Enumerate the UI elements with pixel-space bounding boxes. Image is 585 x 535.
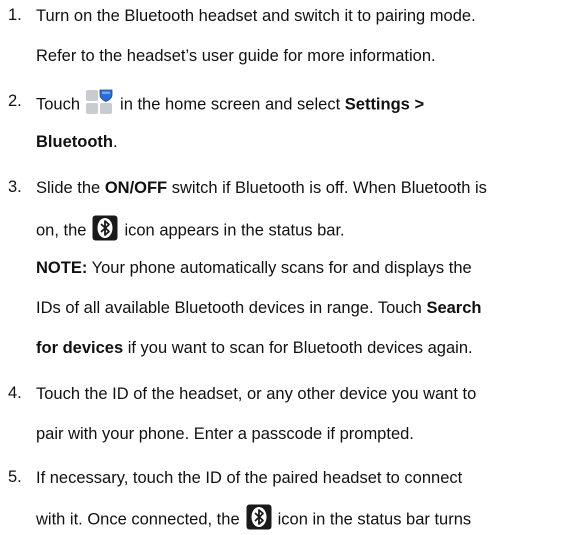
step-text: Touch in the home screen and select Sett… [36, 89, 425, 118]
bluetooth-status-icon [92, 215, 118, 241]
settings-menu-path: Settings > [344, 95, 425, 114]
note-text: for devices if you want to scan for Blue… [36, 338, 473, 358]
step-text: Bluetooth. [36, 132, 118, 152]
step-number: 5. [8, 468, 22, 486]
step-text-part: icon appears in the status bar. [124, 221, 345, 240]
note-text-part: Your phone automatically scans for and d… [91, 259, 472, 277]
punctuation: . [112, 133, 118, 151]
step-text-part: switch if Bluetooth is off. When Bluetoo… [171, 179, 487, 197]
bluetooth-menu-item: Bluetooth [36, 133, 113, 151]
step-text: with it. Once connected, the icon in the… [36, 504, 472, 533]
step-text: If necessary, touch the ID of the paired… [36, 469, 463, 487]
note-text: IDs of all available Bluetooth devices i… [36, 298, 482, 318]
step-number: 4. [8, 384, 22, 402]
step-text-part: Touch [36, 95, 81, 114]
step-number: 3. [8, 178, 22, 196]
step-text-part: on, the [36, 221, 87, 240]
step-text-part: in the home screen and select [120, 95, 341, 114]
search-for-devices-label: for devices [36, 339, 124, 357]
step-text-part: with it. Once connected, the [36, 510, 240, 529]
step-text: Slide the ON/OFF switch if Bluetooth is … [36, 178, 487, 198]
on-off-switch-label: ON/OFF [104, 179, 168, 197]
step-number: 1. [8, 6, 22, 24]
search-for-devices-label: Search [426, 299, 482, 317]
home-screen-apps-icon [86, 89, 114, 115]
step-text: Touch the ID of the headset, or any othe… [36, 385, 477, 403]
note-text-part: IDs of all available Bluetooth devices i… [36, 299, 422, 317]
bluetooth-status-icon [246, 504, 272, 530]
step-text-part: icon in the status bar turns [277, 510, 472, 529]
instruction-document: 1. Turn on the Bluetooth headset and swi… [0, 0, 585, 530]
note-label: NOTE: [36, 259, 88, 277]
note-text-part: if you want to scan for Bluetooth device… [127, 339, 473, 357]
step-text: pair with your phone. Enter a passcode i… [36, 425, 414, 443]
step-text: Refer to the headset’s user guide for mo… [36, 47, 436, 65]
shield-badge-icon [99, 89, 113, 102]
step-text: Turn on the Bluetooth headset and switch… [36, 7, 476, 25]
step-number: 2. [8, 92, 22, 110]
step-text-part: Slide the [36, 179, 101, 197]
note-text: NOTE: Your phone automatically scans for… [36, 258, 472, 278]
step-text: on, the icon appears in the status bar. [36, 215, 345, 244]
